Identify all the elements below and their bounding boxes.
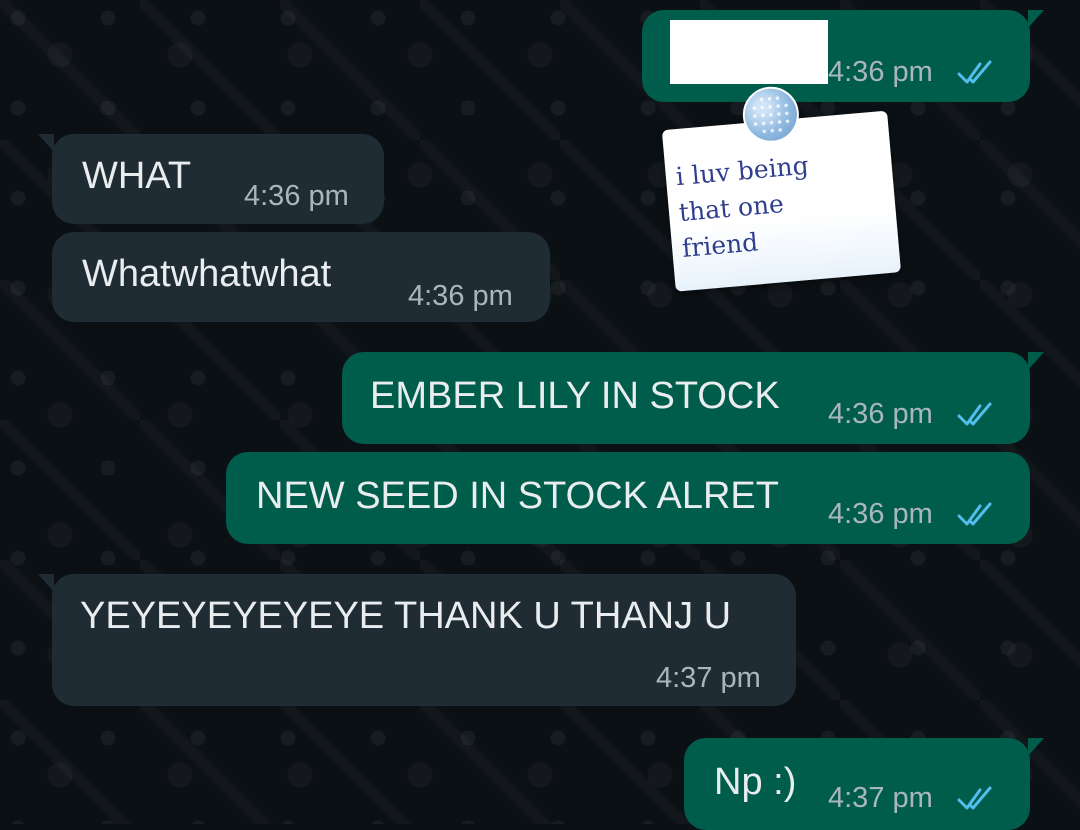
message-timestamp: 4:36 pm: [408, 280, 513, 312]
double-check-icon: [957, 402, 992, 426]
message-timestamp: 4:37 pm: [656, 662, 761, 694]
pushpin-pattern: [749, 93, 793, 137]
message-timestamp: 4:37 pm: [828, 782, 933, 814]
message-bubble-outgoing[interactable]: 4:36 pm: [642, 10, 1044, 102]
message-text: NEW SEED IN STOCK ALRET: [256, 475, 779, 517]
message-bubble-outgoing[interactable]: Np :) 4:37 pm: [684, 738, 1044, 830]
message-timestamp: 4:36 pm: [828, 498, 933, 530]
message-timestamp: 4:36 pm: [828, 56, 933, 88]
double-check-icon: [957, 60, 992, 84]
message-bubble-incoming[interactable]: WHAT 4:36 pm: [38, 134, 384, 224]
message-timestamp: 4:36 pm: [244, 180, 349, 212]
message-bubble-incoming[interactable]: YEYEYEYEYEYE THANK U THANJ U 4:37 pm: [38, 574, 796, 706]
message-bubble-outgoing[interactable]: EMBER LILY IN STOCK 4:36 pm: [342, 352, 1044, 444]
message-bubble-outgoing[interactable]: NEW SEED IN STOCK ALRET 4:36 pm: [226, 452, 1030, 544]
message-timestamp: 4:36 pm: [828, 398, 933, 430]
message-text: EMBER LILY IN STOCK: [370, 375, 780, 417]
message-text: Whatwhatwhat: [82, 253, 332, 295]
message-text: Np :): [714, 761, 797, 803]
redacted-text: [670, 20, 828, 84]
sticker-text: i luv being that one friend: [674, 150, 810, 263]
double-check-icon: [957, 502, 992, 526]
message-text: YEYEYEYEYEYE THANK U THANJ U: [80, 595, 732, 637]
message-text: WHAT: [82, 155, 192, 197]
message-bubble-incoming[interactable]: Whatwhatwhat 4:36 pm: [52, 232, 550, 322]
double-check-icon: [957, 786, 992, 810]
sticker-note[interactable]: i luv being that one friend: [661, 84, 905, 293]
